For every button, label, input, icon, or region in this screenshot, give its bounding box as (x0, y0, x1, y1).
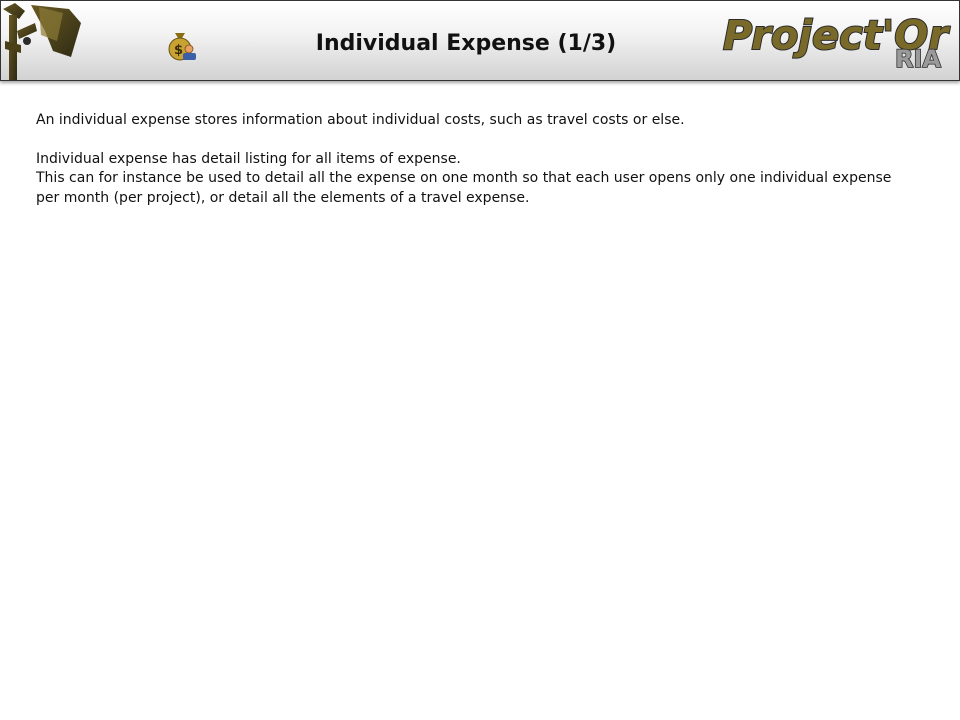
svg-text:$: $ (174, 43, 183, 58)
detail-paragraph-line-1: Individual expense has detail listing fo… (36, 150, 461, 167)
intro-paragraph: An individual expense stores information… (36, 112, 685, 128)
money-bag-icon: $ (168, 33, 196, 61)
help-content: An individual expense stores information… (36, 111, 916, 208)
page-title: Individual Expense (1/3) (315, 31, 617, 56)
projector-icon (3, 3, 81, 80)
projector-brand-logo: Project'Or RIA (722, 12, 951, 73)
logo-subtext: RIA (895, 45, 941, 73)
header-bar: $ Individual Expense (1/3) Project'Or RI… (0, 0, 960, 81)
detail-paragraph-line-2: This can for instance be used to detail … (36, 170, 892, 206)
